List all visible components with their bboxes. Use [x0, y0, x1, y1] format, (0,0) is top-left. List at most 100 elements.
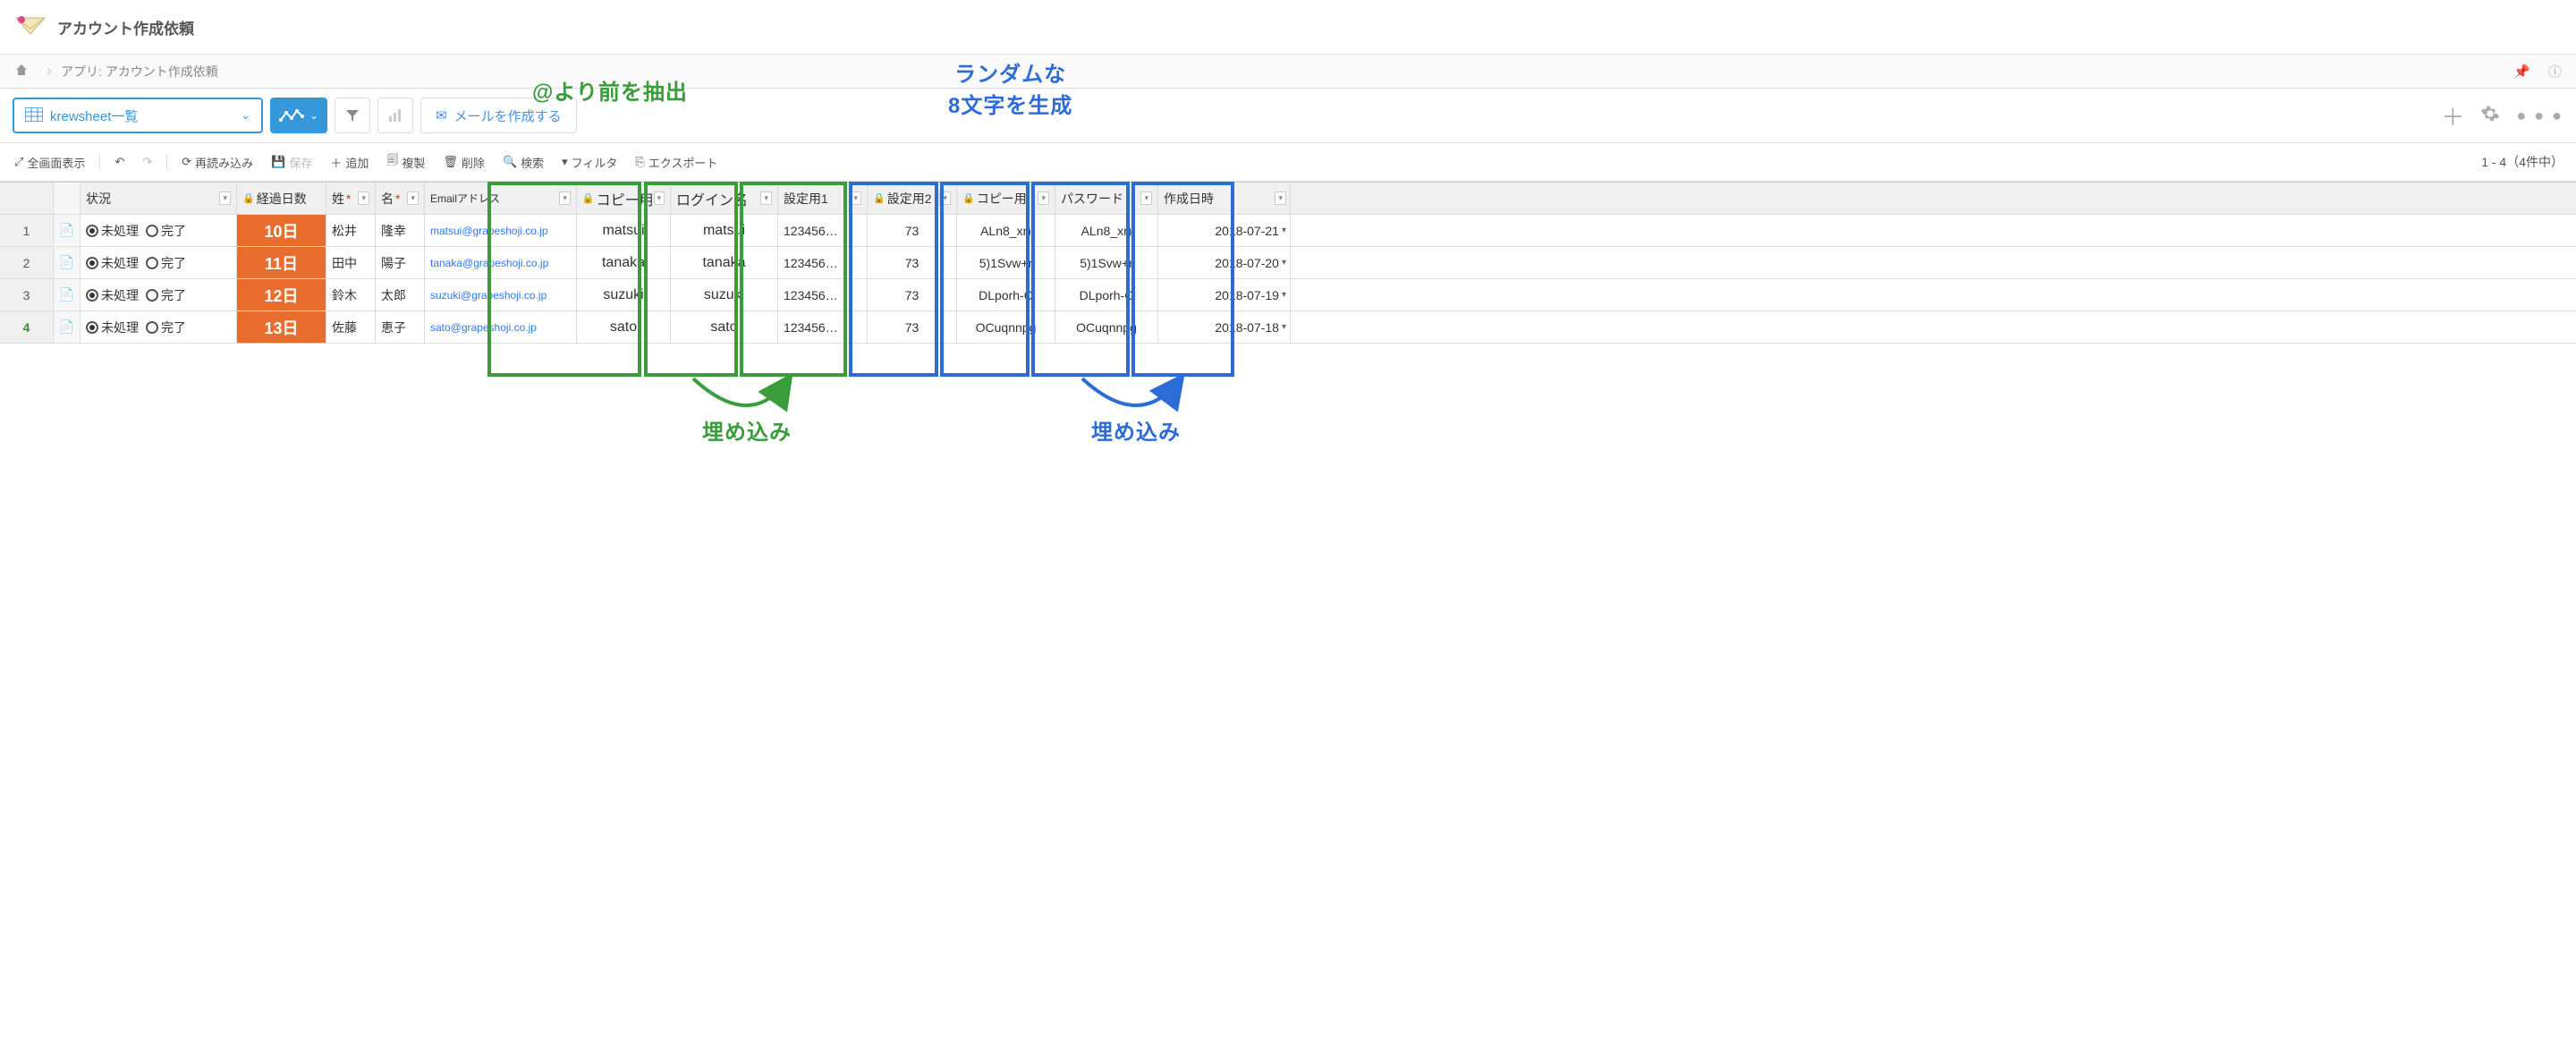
delete-action[interactable]: 🗑削除 — [437, 150, 490, 174]
created-cell[interactable]: 2018-07-19 ▾ — [1158, 279, 1291, 311]
login-cell[interactable]: sato — [671, 311, 778, 343]
reload-action[interactable]: ⟳再読み込み — [176, 150, 258, 174]
filter-icon[interactable]: ▾ — [760, 191, 772, 205]
radio-on-icon[interactable] — [86, 257, 98, 269]
pwd-cell[interactable]: DLporh-C — [1055, 279, 1158, 311]
col-copy1[interactable]: 🔒コピー用▾ — [577, 183, 671, 214]
lastname-cell[interactable]: 田中 — [326, 247, 376, 278]
radio-on-icon[interactable] — [86, 289, 98, 302]
duplicate-action[interactable]: 🗐複製 — [381, 149, 430, 175]
filter-action[interactable]: ▾フィルタ — [556, 150, 623, 174]
radio-on-icon[interactable] — [86, 225, 98, 237]
fullscreen-action[interactable]: ⤢全画面表示 — [9, 150, 90, 174]
status-cell[interactable]: 未処理完了 — [80, 311, 237, 343]
filter-icon[interactable]: ▾ — [654, 191, 665, 205]
row-menu-icon[interactable]: ▾ — [1279, 258, 1286, 268]
toolbar: krewsheet一覧 ⌄ ⌄ ✉ メールを作成する ＋ ● ● ● — [0, 89, 2576, 143]
login-cell[interactable]: matsui — [671, 215, 778, 246]
pwd-cell[interactable]: OCuqnnpg — [1055, 311, 1158, 343]
table-row[interactable]: 3📄未処理完了12日鈴木太郎suzuki@grapeshoji.co.jpsuz… — [0, 279, 2576, 311]
table-row[interactable]: 4📄未処理完了13日佐藤恵子sato@grapeshoji.co.jpsatos… — [0, 311, 2576, 344]
login-cell[interactable]: tanaka — [671, 247, 778, 278]
export-action[interactable]: ⎘エクスポート — [630, 150, 723, 174]
row-menu-icon[interactable]: ▾ — [1279, 290, 1286, 300]
filter-icon[interactable]: ▾ — [559, 191, 571, 205]
chart-button[interactable] — [377, 98, 413, 133]
firstname-cell[interactable]: 太郎 — [376, 279, 425, 311]
login-cell[interactable]: suzuki — [671, 279, 778, 311]
email-cell[interactable]: suzuki@grapeshoji.co.jp — [425, 279, 577, 311]
row-menu-icon[interactable]: ▾ — [1279, 322, 1286, 332]
col-days[interactable]: 🔒経過日数 — [237, 183, 326, 214]
status-cell[interactable]: 未処理完了 — [80, 215, 237, 246]
filter-icon[interactable]: ▾ — [1275, 191, 1286, 205]
col-set1[interactable]: 設定用1▾ — [778, 183, 868, 214]
created-cell[interactable]: 2018-07-21 ▾ — [1158, 215, 1291, 246]
detail-icon[interactable]: 📄 — [54, 279, 80, 311]
rownum-header — [0, 183, 54, 214]
created-cell[interactable]: 2018-07-20 ▾ — [1158, 247, 1291, 278]
row-menu-icon[interactable]: ▾ — [1279, 225, 1286, 235]
undo-action[interactable]: ↶ — [109, 151, 130, 173]
detail-icon[interactable]: 📄 — [54, 215, 80, 246]
pwd-cell[interactable]: ALn8_xr) — [1055, 215, 1158, 246]
home-icon[interactable] — [14, 63, 29, 80]
col-firstname[interactable]: 名*▾ — [376, 183, 425, 214]
col-pwd[interactable]: パスワード▾ — [1055, 183, 1158, 214]
radio-off-icon[interactable] — [146, 289, 158, 302]
col-lastname[interactable]: 姓*▾ — [326, 183, 376, 214]
email-cell[interactable]: tanaka@grapeshoji.co.jp — [425, 247, 577, 278]
radio-off-icon[interactable] — [146, 257, 158, 269]
radio-off-icon[interactable] — [146, 321, 158, 334]
filter-button[interactable] — [335, 98, 370, 133]
filter-icon[interactable]: ▾ — [939, 191, 951, 205]
more-button[interactable]: ● ● ● — [2516, 106, 2563, 125]
search-action[interactable]: 🔍検索 — [497, 150, 549, 174]
settings-button[interactable] — [2480, 104, 2500, 128]
col-status[interactable]: 状況▾ — [80, 183, 237, 214]
col-copy2[interactable]: 🔒コピー用▾ — [957, 183, 1055, 214]
created-cell[interactable]: 2018-07-18 ▾ — [1158, 311, 1291, 343]
filter-icon[interactable]: ▾ — [1038, 191, 1049, 205]
save-action[interactable]: 💾保存 — [266, 150, 318, 174]
lastname-cell[interactable]: 松井 — [326, 215, 376, 246]
action-bar: ⤢全画面表示 ↶ ↷ ⟳再読み込み 💾保存 ＋追加 🗐複製 🗑削除 🔍検索 ▾フ… — [0, 143, 2576, 182]
status-cell[interactable]: 未処理完了 — [80, 247, 237, 278]
firstname-cell[interactable]: 陽子 — [376, 247, 425, 278]
lastname-cell[interactable]: 佐藤 — [326, 311, 376, 343]
set1-cell[interactable]: 123456… — [778, 215, 868, 246]
firstname-cell[interactable]: 恵子 — [376, 311, 425, 343]
col-email[interactable]: Emailアドレス▾ — [425, 183, 577, 214]
filter-icon[interactable]: ▾ — [358, 191, 369, 205]
email-cell[interactable]: sato@grapeshoji.co.jp — [425, 311, 577, 343]
email-cell[interactable]: matsui@grapeshoji.co.jp — [425, 215, 577, 246]
col-created[interactable]: 作成日時▾ — [1158, 183, 1291, 214]
table-row[interactable]: 1📄未処理完了10日松井隆幸matsui@grapeshoji.co.jpmat… — [0, 215, 2576, 247]
filter-icon[interactable]: ▾ — [219, 191, 231, 205]
filter-icon[interactable]: ▾ — [407, 191, 419, 205]
view-select[interactable]: krewsheet一覧 ⌄ — [13, 98, 263, 133]
detail-icon[interactable]: 📄 — [54, 311, 80, 343]
pwd-cell[interactable]: 5)1Svw+r — [1055, 247, 1158, 278]
set1-cell[interactable]: 123456… — [778, 311, 868, 343]
radio-on-icon[interactable] — [86, 321, 98, 334]
table-row[interactable]: 2📄未処理完了11日田中陽子tanaka@grapeshoji.co.jptan… — [0, 247, 2576, 279]
filter-icon[interactable]: ▾ — [1140, 191, 1152, 205]
add-action[interactable]: ＋追加 — [325, 150, 374, 174]
col-set2[interactable]: 🔒設定用2▾ — [868, 183, 957, 214]
export-icon: ⎘ — [635, 155, 644, 169]
radio-off-icon[interactable] — [146, 225, 158, 237]
graph-button[interactable]: ⌄ — [270, 98, 327, 133]
set1-cell[interactable]: 123456… — [778, 279, 868, 311]
status-cell[interactable]: 未処理完了 — [80, 279, 237, 311]
col-login[interactable]: ログイン名▾ — [671, 183, 778, 214]
firstname-cell[interactable]: 隆幸 — [376, 215, 425, 246]
pin-icon[interactable]: 📌 — [2513, 64, 2530, 80]
add-button[interactable]: ＋ — [2441, 99, 2464, 132]
redo-action[interactable]: ↷ — [137, 151, 157, 173]
detail-icon[interactable]: 📄 — [54, 247, 80, 278]
set1-cell[interactable]: 123456… — [778, 247, 868, 278]
filter-icon[interactable]: ▾ — [850, 191, 861, 205]
info-icon[interactable]: ⓘ — [2548, 62, 2562, 81]
lastname-cell[interactable]: 鈴木 — [326, 279, 376, 311]
